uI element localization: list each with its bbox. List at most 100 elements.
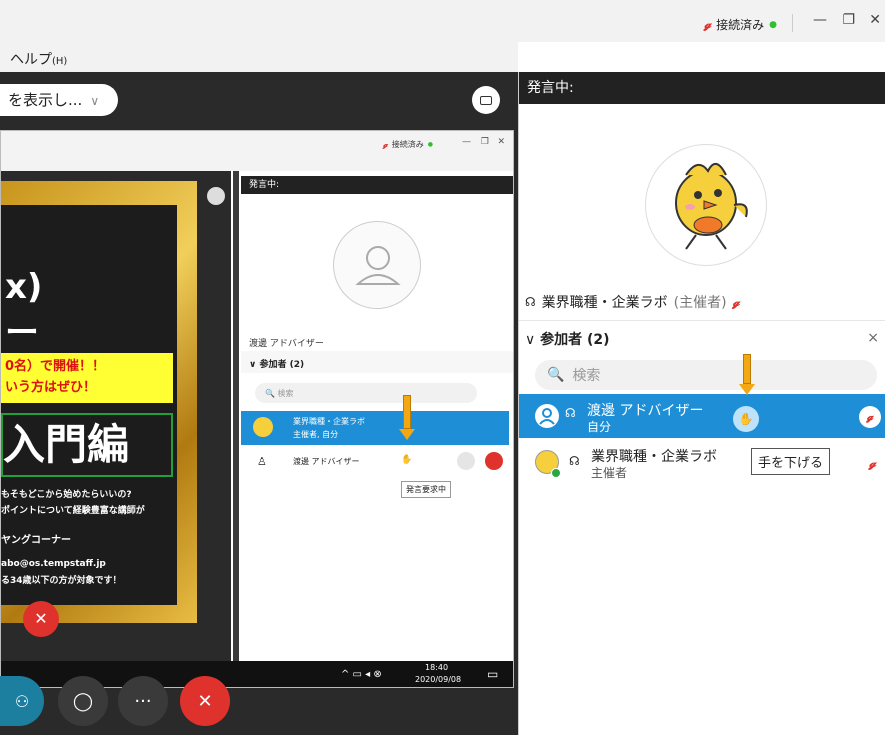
inner-tooltip: 発言要求中 — [401, 481, 451, 498]
poster-yellow2: いう方はぜひ！ — [5, 380, 97, 395]
view-dropdown[interactable]: を表示し... ∨ — [0, 84, 118, 116]
menu-help[interactable]: ヘルプ(H) — [10, 49, 67, 69]
title-bar: 𝓰 接続済み ● — ❐ ✕ — [0, 0, 885, 42]
chevron-down-icon: ∨ — [525, 332, 536, 348]
raise-hand-button[interactable]: ✋ — [733, 406, 759, 432]
headset-icon: ☊ — [565, 406, 576, 420]
inner-close-icon: ✕ — [497, 137, 505, 147]
poster-small2: ポイントについて経験豊富な講師が — [1, 506, 145, 516]
restore-button[interactable]: ❐ — [842, 12, 855, 28]
host-badge-icon — [551, 468, 561, 478]
more-button[interactable]: ··· — [118, 676, 168, 726]
inner-chat-icon — [457, 452, 475, 470]
poster-yellow-box: 0名）で開催！！ いう方はぜひ！ — [1, 353, 173, 403]
speaker-avatar — [645, 144, 767, 266]
mic-muted-button[interactable]: 𝓰 — [859, 406, 881, 428]
participants-icon: ⚇ — [14, 691, 30, 711]
inner-person-icon: ♙ — [257, 455, 267, 468]
close-icon: ✕ — [197, 690, 213, 712]
inner-end-icon: ✕ — [23, 601, 59, 637]
menu-help-key: (H) — [52, 56, 68, 67]
inner-search-field: 🔍 検索 — [255, 383, 477, 403]
participant-row[interactable]: ☊ 業界職種・企業ラボ 主催者 𝓰 — [519, 442, 885, 486]
chat-button[interactable]: ◯ — [58, 676, 108, 726]
close-button[interactable]: ✕ — [869, 12, 881, 28]
poster-small1: もそもどこから始めたらいいの? — [1, 490, 132, 500]
inner-row1-sub: 主催者, 自分 — [293, 430, 339, 439]
layout-icon — [480, 95, 492, 105]
hand-icon: ✋ — [738, 412, 754, 426]
menu-bar: ヘルプ(H) — [0, 42, 518, 72]
view-dropdown-label: を表示し... — [8, 91, 83, 109]
taskbar-time: 18:40 — [425, 663, 449, 672]
inner-participant-row: 業界職種・企業ラボ 主催者, 自分 — [241, 411, 509, 445]
inner-participant-row: ♙ 渡邊 アドバイザー ✋ — [241, 447, 509, 475]
participants-label: 参加者 (2) — [540, 332, 610, 348]
chevron-down-icon: ∨ — [90, 94, 100, 108]
annotation-arrow — [739, 354, 755, 395]
mic-muted-icon: 𝓰 — [704, 17, 712, 31]
poster-small5: る34歳以下の方が対象です！ — [1, 576, 122, 586]
inner-connection-status: 𝓰 接続済み ● — [383, 139, 433, 150]
leave-meeting-button[interactable]: ✕ — [180, 676, 230, 726]
person-icon — [355, 246, 401, 285]
poster-line1: x) — [5, 267, 43, 307]
inner-bird-avatar — [253, 417, 273, 437]
title-separator — [792, 14, 793, 32]
person-avatar-icon — [535, 404, 559, 428]
headset-icon: ☊ — [569, 454, 580, 468]
speaker-role: (主催者) — [673, 295, 727, 311]
connection-status-label: 接続済み — [716, 18, 765, 32]
inner-row1-name: 業界職種・企業ラボ — [293, 417, 365, 426]
participants-header[interactable]: ∨ 参加者 (2) — [519, 320, 885, 354]
inner-raise-hand-icon: ✋ — [401, 455, 413, 465]
poster-image: x) ー 0名）で開催！！ いう方はぜひ！ 入門編 もそもどこから始めたらいいの… — [1, 171, 231, 661]
lower-hand-tooltip: 手を下げる — [751, 448, 831, 475]
poster-small4: abo@os.tempstaff.jp — [1, 559, 106, 569]
shared-screen: 𝓰 接続済み ● — ❐ ✕ x) ー 0名）で開催！！ いう方はぜひ！ 入門編… — [0, 130, 514, 688]
notification-icon: ▭ — [487, 667, 499, 681]
inner-divider — [233, 171, 239, 661]
poster-small3: ヤングコーナー — [1, 535, 71, 546]
poster-board: x) ー 0名）で開催！！ いう方はぜひ！ 入門編 もそもどこから始めたらいいの… — [1, 205, 177, 605]
inner-layout-icon — [207, 187, 225, 205]
layout-toggle-button[interactable] — [472, 86, 500, 114]
tray-icons: ^ ▭ ◂ ⊗ — [341, 669, 382, 680]
mic-muted-icon: 𝓰 — [866, 410, 874, 423]
more-icon: ··· — [134, 690, 152, 712]
participant-row[interactable]: ☊ 渡邊 アドバイザー 自分 ✋ 𝓰 — [519, 394, 885, 438]
inner-mic-icon: 𝓰 — [383, 139, 388, 149]
inner-connected-dot-icon: ● — [427, 141, 433, 148]
bird-mascot-icon — [675, 163, 748, 250]
inner-participants-header: ∨ 参加者 (2) — [241, 351, 513, 373]
inner-speaking-bar: 発言中: — [241, 176, 513, 194]
participant-panel: 発言中: ☊ 業界職種・企業ラボ (主催者) 𝓰 ∨ 参加者 (2) × 🔍 検… — [518, 72, 885, 735]
annotation-arrow — [399, 395, 415, 440]
close-panel-button[interactable]: × — [867, 330, 879, 346]
inner-participant-panel: 発言中: 渡邊 アドバイザー ∨ 参加者 (2) 🔍 検索 業界職種・企業ラボ … — [241, 171, 513, 661]
inner-speaker-avatar — [333, 221, 421, 309]
participant-name: 渡邊 アドバイザー — [587, 403, 704, 419]
inner-title-bar: 𝓰 接続済み ● — ❐ ✕ — [1, 131, 513, 171]
inner-participants-label: 参加者 (2) — [259, 360, 305, 370]
inner-search-placeholder: 検索 — [277, 389, 294, 398]
poster-green-title: 入門編 — [1, 413, 173, 477]
participant-sub: 自分 — [587, 420, 612, 434]
inner-restore-icon: ❐ — [480, 137, 489, 147]
shared-content-stage: を表示し... ∨ 𝓰 接続済み ● — ❐ ✕ x) ー 0名）で開催！！ いう… — [0, 72, 518, 735]
speaker-name: 業界職種・企業ラボ — [541, 295, 668, 311]
mic-muted-icon: 𝓰 — [869, 456, 877, 470]
taskbar-date: 2020/09/08 — [415, 675, 462, 684]
poster-yellow1: 0名）で開催！！ — [5, 359, 106, 374]
inner-status-label: 接続済み — [391, 140, 424, 149]
inner-mic-button-icon — [485, 452, 503, 470]
participants-button[interactable]: ⚇ — [0, 676, 44, 726]
inner-speaker-name: 渡邊 アドバイザー — [249, 339, 324, 349]
search-placeholder: 検索 — [572, 368, 601, 384]
minimize-button[interactable]: — — [813, 12, 827, 28]
search-input[interactable]: 🔍 検索 — [535, 360, 877, 390]
connection-status: 𝓰 接続済み ● — [704, 16, 777, 33]
speaker-name-row: ☊ 業界職種・企業ラボ (主催者) 𝓰 — [525, 292, 740, 312]
inner-row2-name: 渡邊 アドバイザー — [293, 457, 360, 466]
poster-frame: x) ー 0名）で開催！！ いう方はぜひ！ 入門編 もそもどこから始めたらいいの… — [1, 181, 197, 623]
